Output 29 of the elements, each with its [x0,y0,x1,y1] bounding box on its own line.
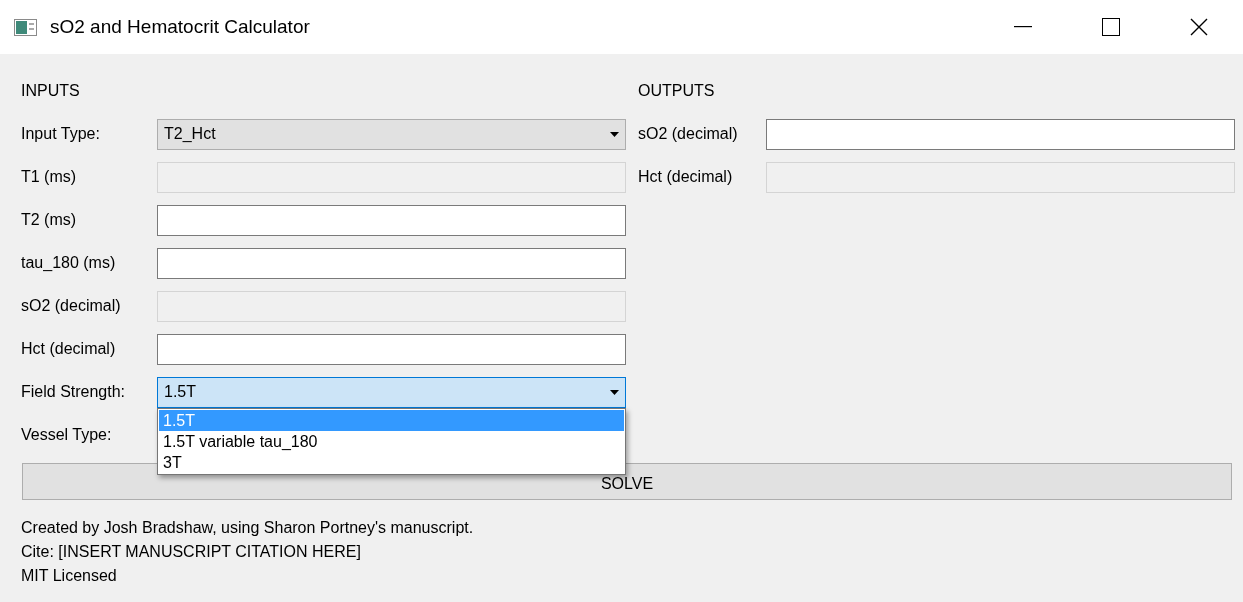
field-label: Input Type: [21,124,101,144]
close-icon [1190,18,1208,36]
dropdown[interactable]: T2_Hct [157,118,626,150]
maximize-icon [1102,18,1120,36]
field-label: T2 (ms) [21,210,78,230]
footer-text: Cite: [INSERT MANUSCRIPT CITATION HERE] [21,542,362,562]
app-icon [14,17,38,37]
input-field[interactable] [157,333,626,365]
minimize-icon [1014,26,1032,28]
dropdown[interactable]: 1.5T [157,376,626,408]
field-label: Hct (decimal) [21,339,117,359]
input-field[interactable] [157,204,626,236]
caret-icon [610,389,619,395]
field-label: Hct (decimal) [638,167,734,187]
footer-text: MIT Licensed [21,566,118,586]
caret-icon [610,131,619,137]
dropdown-option[interactable]: 1.5T variable tau_180 [159,431,624,452]
field-label: sO2 (decimal) [638,124,739,144]
input-field[interactable] [766,118,1235,150]
field-label: sO2 (decimal) [21,296,122,316]
input-field[interactable] [157,247,626,279]
section-heading: OUTPUTS [638,81,715,101]
footer-text: Created by Josh Bradshaw, using Sharon Portney's manuscript. [21,518,475,538]
field-label: Field Strength: [21,382,127,402]
field-label: tau_180 (ms) [21,253,117,273]
field-label: T1 (ms) [21,167,78,187]
field-label: Vessel Type: [21,425,113,445]
window-title: sO2 and Hematocrit Calculator [50,14,310,39]
section-heading: INPUTS [21,81,80,101]
